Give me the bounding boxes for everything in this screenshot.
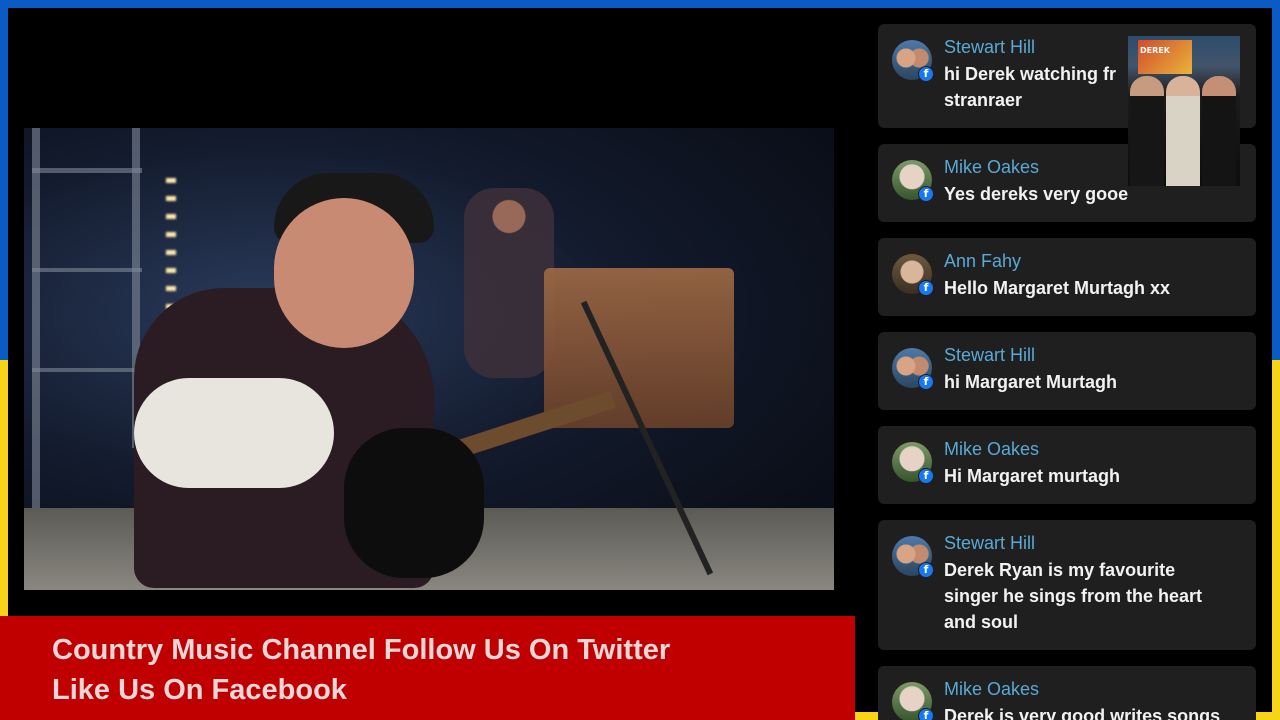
chat-author: Stewart Hill (944, 533, 1036, 553)
stage-truss (32, 168, 142, 173)
guitar-body (344, 428, 484, 578)
facebook-icon: f (918, 280, 934, 296)
chat-author: Mike Oakes (944, 439, 1040, 459)
drummer-figure (464, 188, 554, 378)
facebook-icon: f (918, 468, 934, 484)
chat-message: f Stewart Hill hi Margaret Murtagh (878, 332, 1256, 410)
facebook-icon: f (918, 186, 934, 202)
chat-message: f Mike Oakes Derek is very good writes s… (878, 666, 1256, 720)
chat-message: f Stewart Hill Derek Ryan is my favourit… (878, 520, 1256, 650)
chat-text: Derek is very good writes songs (944, 706, 1221, 720)
stage-truss (32, 368, 142, 372)
chat-author: Mike Oakes (944, 157, 1040, 177)
ticker-line-1: Country Music Channel Follow Us On Twitt… (52, 634, 671, 666)
chat-message: f Ann Fahy Hello Margaret Murtagh xx (878, 238, 1256, 316)
ticker-line-2: Like Us On Facebook (52, 674, 347, 706)
facebook-icon: f (918, 66, 934, 82)
stage-truss (32, 268, 142, 272)
chat-text: Hello Margaret Murtagh xx (944, 278, 1171, 298)
chat-message: f Mike Oakes Hi Margaret murtagh (878, 426, 1256, 504)
poster-title: DEREK (1140, 46, 1170, 55)
facebook-icon: f (918, 562, 934, 578)
chat-text: hi Margaret Murtagh (944, 372, 1118, 392)
stage-truss (32, 128, 40, 528)
chat-author: Stewart Hill (944, 345, 1036, 365)
chat-author: Ann Fahy (944, 251, 1022, 271)
guitarist-head (274, 198, 414, 348)
guitarist-arm (134, 378, 334, 488)
poster-person (1166, 76, 1200, 186)
album-poster: DEREK (1128, 36, 1240, 186)
ticker-banner: Country Music Channel Follow Us On Twitt… (0, 616, 855, 720)
chat-author: Stewart Hill (944, 37, 1036, 57)
poster-person (1202, 76, 1236, 186)
facebook-icon: f (918, 374, 934, 390)
chat-author: Mike Oakes (944, 679, 1040, 699)
chat-text: Hi Margaret murtagh (944, 466, 1121, 486)
video-frame[interactable] (24, 128, 834, 590)
facebook-icon: f (918, 708, 934, 720)
poster-person (1130, 76, 1164, 186)
chat-text: Derek Ryan is my favourite singer he sin… (944, 560, 1203, 632)
